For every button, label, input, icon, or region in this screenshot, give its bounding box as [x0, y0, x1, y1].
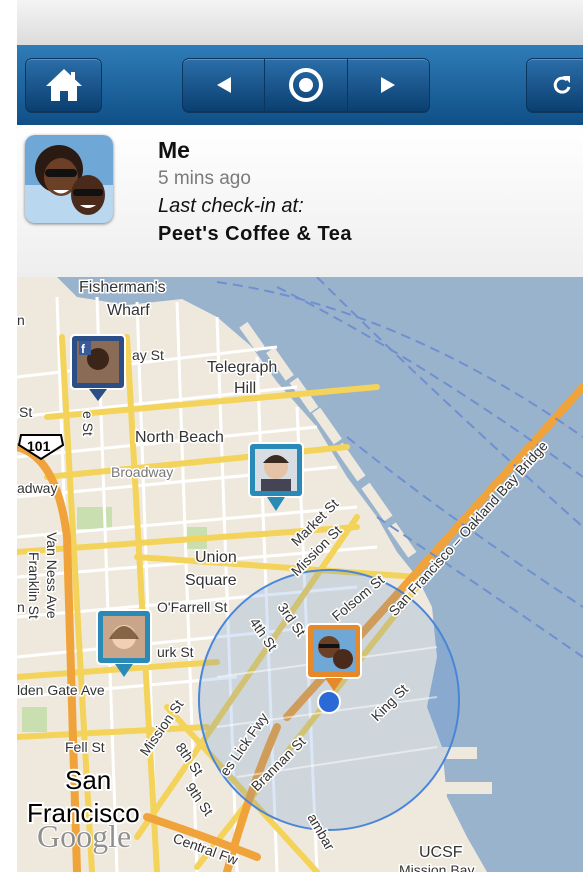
map-label-franklin: Franklin St [26, 552, 42, 619]
map-label-ucsf-1: UCSF [419, 844, 463, 861]
map-label-north-beach: North Beach [135, 429, 224, 446]
map-label-ne-st: e St [80, 411, 96, 436]
map-label-broadway-left: adway [17, 480, 57, 496]
home-icon [45, 69, 82, 101]
checkin-header: Me 5 mins ago Last check-in at: Peet's C… [17, 125, 583, 278]
map-label-union: Union [195, 549, 237, 566]
previous-button[interactable] [183, 59, 266, 111]
avatar[interactable] [25, 135, 113, 223]
map-label-square: Square [185, 572, 237, 589]
map-label-broadway: Broadway [111, 464, 173, 480]
map-label-n-left: n [17, 312, 25, 328]
toolbar [17, 45, 583, 125]
map-label-fell: Fell St [65, 739, 105, 755]
map-label-ofarrell: O'Farrell St [157, 599, 227, 615]
triangle-left-icon [216, 77, 231, 93]
map-label-telegraph: Telegraph [207, 359, 277, 376]
refresh-button[interactable] [526, 58, 583, 112]
user-name: Me [158, 137, 190, 163]
map-label-van-ness: Van Ness Ave [44, 532, 60, 619]
checkin-place[interactable]: Peet's Coffee & Tea [158, 223, 352, 246]
target-icon [288, 68, 323, 102]
map-label-hill: Hill [234, 380, 256, 397]
map-label-san: San [65, 765, 111, 795]
map-label-wharf: Wharf [107, 302, 150, 319]
current-location-dot [317, 690, 341, 714]
next-button[interactable] [348, 59, 429, 111]
checkin-time: 5 mins ago [158, 168, 251, 189]
triangle-right-icon [381, 77, 396, 93]
map-label-turk: urk St [157, 644, 194, 660]
svg-text:101: 101 [27, 438, 51, 454]
navigation-group [182, 58, 430, 112]
map-label-st-left: St [19, 404, 32, 420]
map-label-bay-st: ay St [132, 347, 164, 363]
checkin-label: Last check-in at: [158, 195, 304, 217]
avatar-photo [25, 135, 113, 223]
map-label-fishermans: Fisherman's [79, 279, 166, 296]
refresh-icon [553, 76, 571, 94]
center-location-button[interactable] [265, 59, 348, 111]
map-canvas: Fisherman's Wharf Telegraph Hill North B… [17, 277, 583, 872]
home-button[interactable] [25, 58, 102, 112]
map-view[interactable]: Fisherman's Wharf Telegraph Hill North B… [17, 277, 583, 872]
map-label-n-left2: n [17, 599, 25, 615]
map-label-ucsf-2: Mission Bay [399, 862, 474, 872]
map-label-golden-gate: lden Gate Ave [17, 682, 105, 698]
google-watermark: Google [37, 818, 131, 854]
status-bar [17, 0, 583, 46]
